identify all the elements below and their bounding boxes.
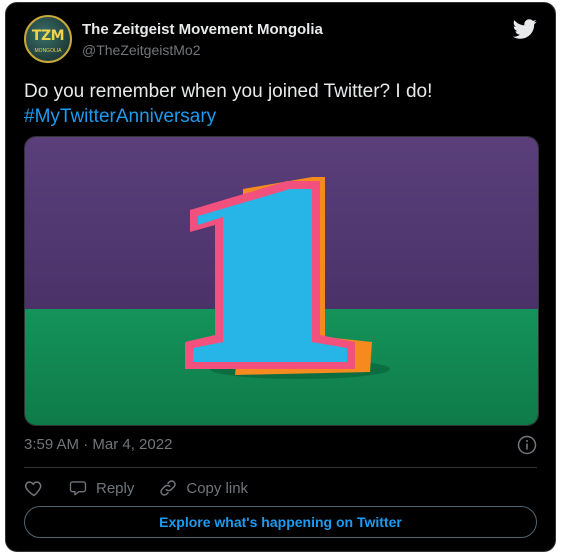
heart-icon [24,481,42,497]
author-names: The Zeitgeist Movement Mongolia @TheZeit… [82,21,323,59]
avatar-text: TZM [31,28,65,44]
author-display-name[interactable]: The Zeitgeist Movement Mongolia [82,21,323,39]
avatar[interactable]: TZM MONGOLIA [24,15,72,63]
tweet-body: Do you remember when you joined Twitter?… [24,81,433,102]
copy-link-label: Copy link [186,479,249,497]
tweet-actions: Reply Copy link [24,477,537,499]
explore-button[interactable]: Explore what's happening on Twitter [24,506,537,538]
like-button[interactable] [24,478,44,498]
tweet-text: Do you remember when you joined Twitter?… [24,79,537,129]
tweet-card: TZM MONGOLIA The Zeitgeist Movement Mong… [5,2,556,552]
tweet-media-image[interactable] [24,136,539,426]
number-one-papercraft-image [25,137,538,425]
avatar-subtext: MONGOLIA [34,48,62,54]
twitter-bird-icon[interactable] [513,17,537,41]
tweet-header: TZM MONGOLIA The Zeitgeist Movement Mong… [24,15,537,65]
tweet-timestamp[interactable]: 3:59 AM · Mar 4, 2022 [24,435,537,455]
author-handle[interactable]: @TheZeitgeistMo2 [82,41,323,59]
info-icon[interactable] [517,435,537,455]
divider [24,467,537,468]
link-icon [160,480,177,496]
tweet-meta: 3:59 AM · Mar 4, 2022 [24,435,537,455]
reply-button[interactable]: Reply [68,478,134,498]
reply-label: Reply [96,479,135,497]
copy-link-button[interactable]: Copy link [158,478,248,498]
hashtag-link[interactable]: #MyTwitterAnniversary [24,104,537,129]
reply-icon [69,481,87,496]
